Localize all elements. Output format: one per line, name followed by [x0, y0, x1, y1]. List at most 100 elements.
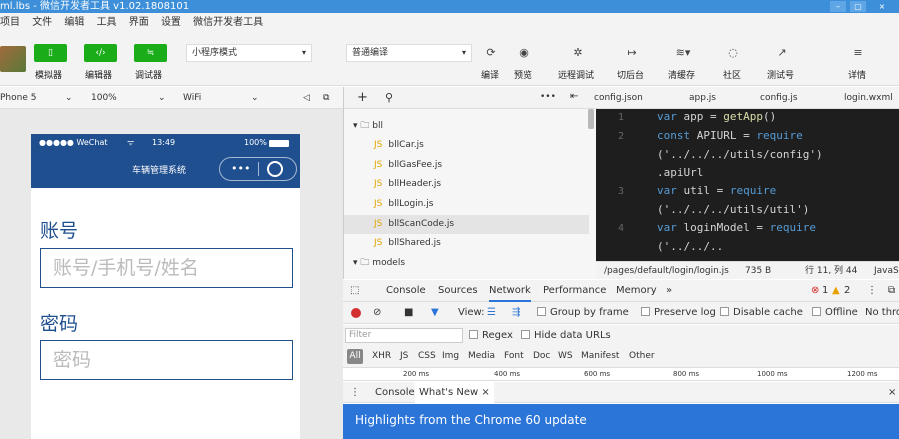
tree-folder-bll[interactable]: ▾ 🗀 bll: [353, 117, 383, 136]
capsule-menu[interactable]: •••: [219, 157, 297, 181]
collapse-icon[interactable]: ⇤: [570, 91, 578, 102]
type-filter-manifest[interactable]: Manifest: [581, 346, 619, 367]
remote-debug-button[interactable]: ✲: [567, 44, 589, 62]
drawer-tab-whats-new[interactable]: What's New ×: [415, 382, 494, 403]
devtools-tab-sources[interactable]: Sources: [438, 280, 478, 302]
group-by-frame-checkbox[interactable]: Group by frame: [537, 302, 629, 324]
compile-button[interactable]: ⟳: [480, 44, 502, 62]
error-icon: ⊗: [811, 285, 820, 296]
tree-file-bllheader[interactable]: JS bllHeader.js: [374, 175, 441, 194]
code-editor[interactable]: 1 var app = getApp() 2 const APIURL = re…: [596, 109, 899, 261]
devtools-tab-performance[interactable]: Performance: [543, 280, 606, 302]
drawer-menu-icon[interactable]: ⋮: [350, 382, 360, 403]
more-icon[interactable]: •••: [231, 158, 250, 180]
mode-select[interactable]: 小程序模式 ▾: [186, 44, 312, 62]
disable-cache-checkbox[interactable]: Disable cache: [720, 302, 803, 324]
kebab-menu-icon[interactable]: ⋮: [867, 280, 877, 302]
chevron-down-icon: ▾: [301, 48, 306, 57]
add-file-icon[interactable]: +: [357, 90, 368, 105]
regex-checkbox[interactable]: Regex: [469, 325, 513, 346]
filter-input[interactable]: Filter: [345, 328, 463, 343]
devtools-tab-network[interactable]: Network: [489, 280, 531, 302]
compile-mode-select[interactable]: 普通编译 ▾: [346, 44, 472, 62]
tree-file-bllcar[interactable]: JS bllCar.js: [374, 136, 424, 155]
device-model-select[interactable]: Phone 5: [0, 87, 36, 109]
clear-cache-button[interactable]: ≋▾: [672, 44, 694, 62]
network-select[interactable]: WiFi: [183, 87, 201, 109]
menu-settings[interactable]: 设置: [161, 17, 181, 28]
devtools-tab-console[interactable]: Console: [386, 280, 426, 302]
drawer-tab-console[interactable]: Console: [375, 382, 415, 403]
menu-file[interactable]: 文件: [32, 17, 52, 28]
preview-button[interactable]: ◉: [513, 44, 535, 62]
drawer-close-icon[interactable]: ×: [888, 382, 896, 403]
community-button[interactable]: ◌: [722, 44, 744, 62]
type-filter-doc[interactable]: Doc: [533, 346, 550, 367]
menu-edit[interactable]: 编辑: [64, 17, 84, 28]
dock-icon[interactable]: ⧉: [888, 280, 895, 302]
debugger-toggle-button[interactable]: ≒: [134, 44, 167, 62]
maximize-button[interactable]: ▢: [850, 1, 866, 12]
type-filter-all[interactable]: All: [347, 349, 363, 364]
camera-icon[interactable]: ■: [404, 302, 413, 324]
details-button[interactable]: ≡: [847, 44, 869, 62]
password-input[interactable]: 密码: [40, 340, 293, 380]
line-number: 2: [618, 131, 625, 142]
network-timeline-ruler[interactable]: 200 ms 400 ms 600 ms 800 ms 1000 ms 1200…: [343, 367, 899, 381]
language-mode[interactable]: JavaScript: [874, 262, 899, 280]
devtools-tab-memory[interactable]: Memory: [616, 280, 657, 302]
file-tree-scrollbar[interactable]: [588, 109, 594, 129]
tree-file-bllscancode[interactable]: JS bllScanCode.js: [344, 215, 589, 234]
type-filter-other[interactable]: Other: [629, 346, 655, 367]
cursor-position[interactable]: 行 11, 列 44: [805, 262, 857, 280]
hide-data-urls-checkbox[interactable]: Hide data URLs: [521, 325, 611, 346]
type-filter-img[interactable]: Img: [442, 346, 459, 367]
editor-toggle-button[interactable]: ‹/›: [84, 44, 117, 62]
type-filter-css[interactable]: CSS: [418, 346, 436, 367]
menu-interface[interactable]: 界面: [129, 17, 149, 28]
tab-app-js[interactable]: app.js: [689, 87, 716, 109]
list-view-icon[interactable]: ☰: [487, 302, 496, 324]
type-filter-xhr[interactable]: XHR: [372, 346, 391, 367]
offline-checkbox[interactable]: Offline: [812, 302, 858, 324]
simulator-toggle-button[interactable]: ▯: [34, 44, 67, 62]
close-miniprogram-icon[interactable]: [267, 161, 283, 177]
menu-devtools[interactable]: 微信开发者工具: [193, 17, 263, 28]
throttling-select[interactable]: No throttling: [865, 302, 899, 324]
more-icon[interactable]: •••: [540, 92, 556, 102]
record-icon[interactable]: [351, 308, 361, 318]
error-count[interactable]: 1: [822, 280, 828, 302]
user-avatar[interactable]: [0, 46, 26, 72]
account-input[interactable]: 账号/手机号/姓名: [40, 248, 293, 288]
menu-project[interactable]: 项目: [0, 17, 20, 28]
minimize-button[interactable]: –: [830, 1, 846, 12]
tab-config-json[interactable]: config.json: [594, 87, 643, 109]
search-icon[interactable]: ⚲: [385, 91, 393, 104]
tree-file-blllogin[interactable]: JS bllLogin.js: [374, 195, 433, 214]
type-filter-js[interactable]: JS: [400, 346, 408, 367]
close-icon[interactable]: ×: [481, 387, 489, 398]
preserve-log-checkbox[interactable]: Preserve log: [641, 302, 716, 324]
menu-tools[interactable]: 工具: [97, 17, 117, 28]
tree-folder-models[interactable]: ▾ 🗀 models: [353, 254, 405, 273]
test-account-button[interactable]: ↗: [771, 44, 793, 62]
detach-window-icon[interactable]: ⧉: [323, 87, 329, 109]
type-filter-media[interactable]: Media: [468, 346, 495, 367]
tab-config-js[interactable]: config.js: [760, 87, 798, 109]
close-button[interactable]: ×: [874, 1, 890, 12]
volume-icon[interactable]: ◁: [303, 87, 310, 109]
tab-login-wxml[interactable]: login.wxml: [844, 87, 893, 109]
tree-file-bllshared[interactable]: JS bllShared.js: [374, 234, 441, 253]
type-filter-font[interactable]: Font: [504, 346, 524, 367]
devtools-tab-more[interactable]: »: [666, 280, 672, 302]
tree-file-bllgasfee[interactable]: JS bllGasFee.js: [374, 156, 442, 175]
type-filter-ws[interactable]: WS: [558, 346, 573, 367]
background-button[interactable]: ↦: [621, 44, 643, 62]
clear-icon[interactable]: ⊘: [373, 302, 381, 324]
filter-icon[interactable]: ▼: [431, 302, 439, 324]
zoom-select[interactable]: 100%: [91, 87, 117, 109]
inspect-icon[interactable]: ⬚: [350, 280, 359, 302]
timeline-tick: 200 ms: [403, 370, 430, 378]
waterfall-icon[interactable]: ⇶: [512, 302, 520, 324]
warning-count[interactable]: 2: [844, 280, 850, 302]
